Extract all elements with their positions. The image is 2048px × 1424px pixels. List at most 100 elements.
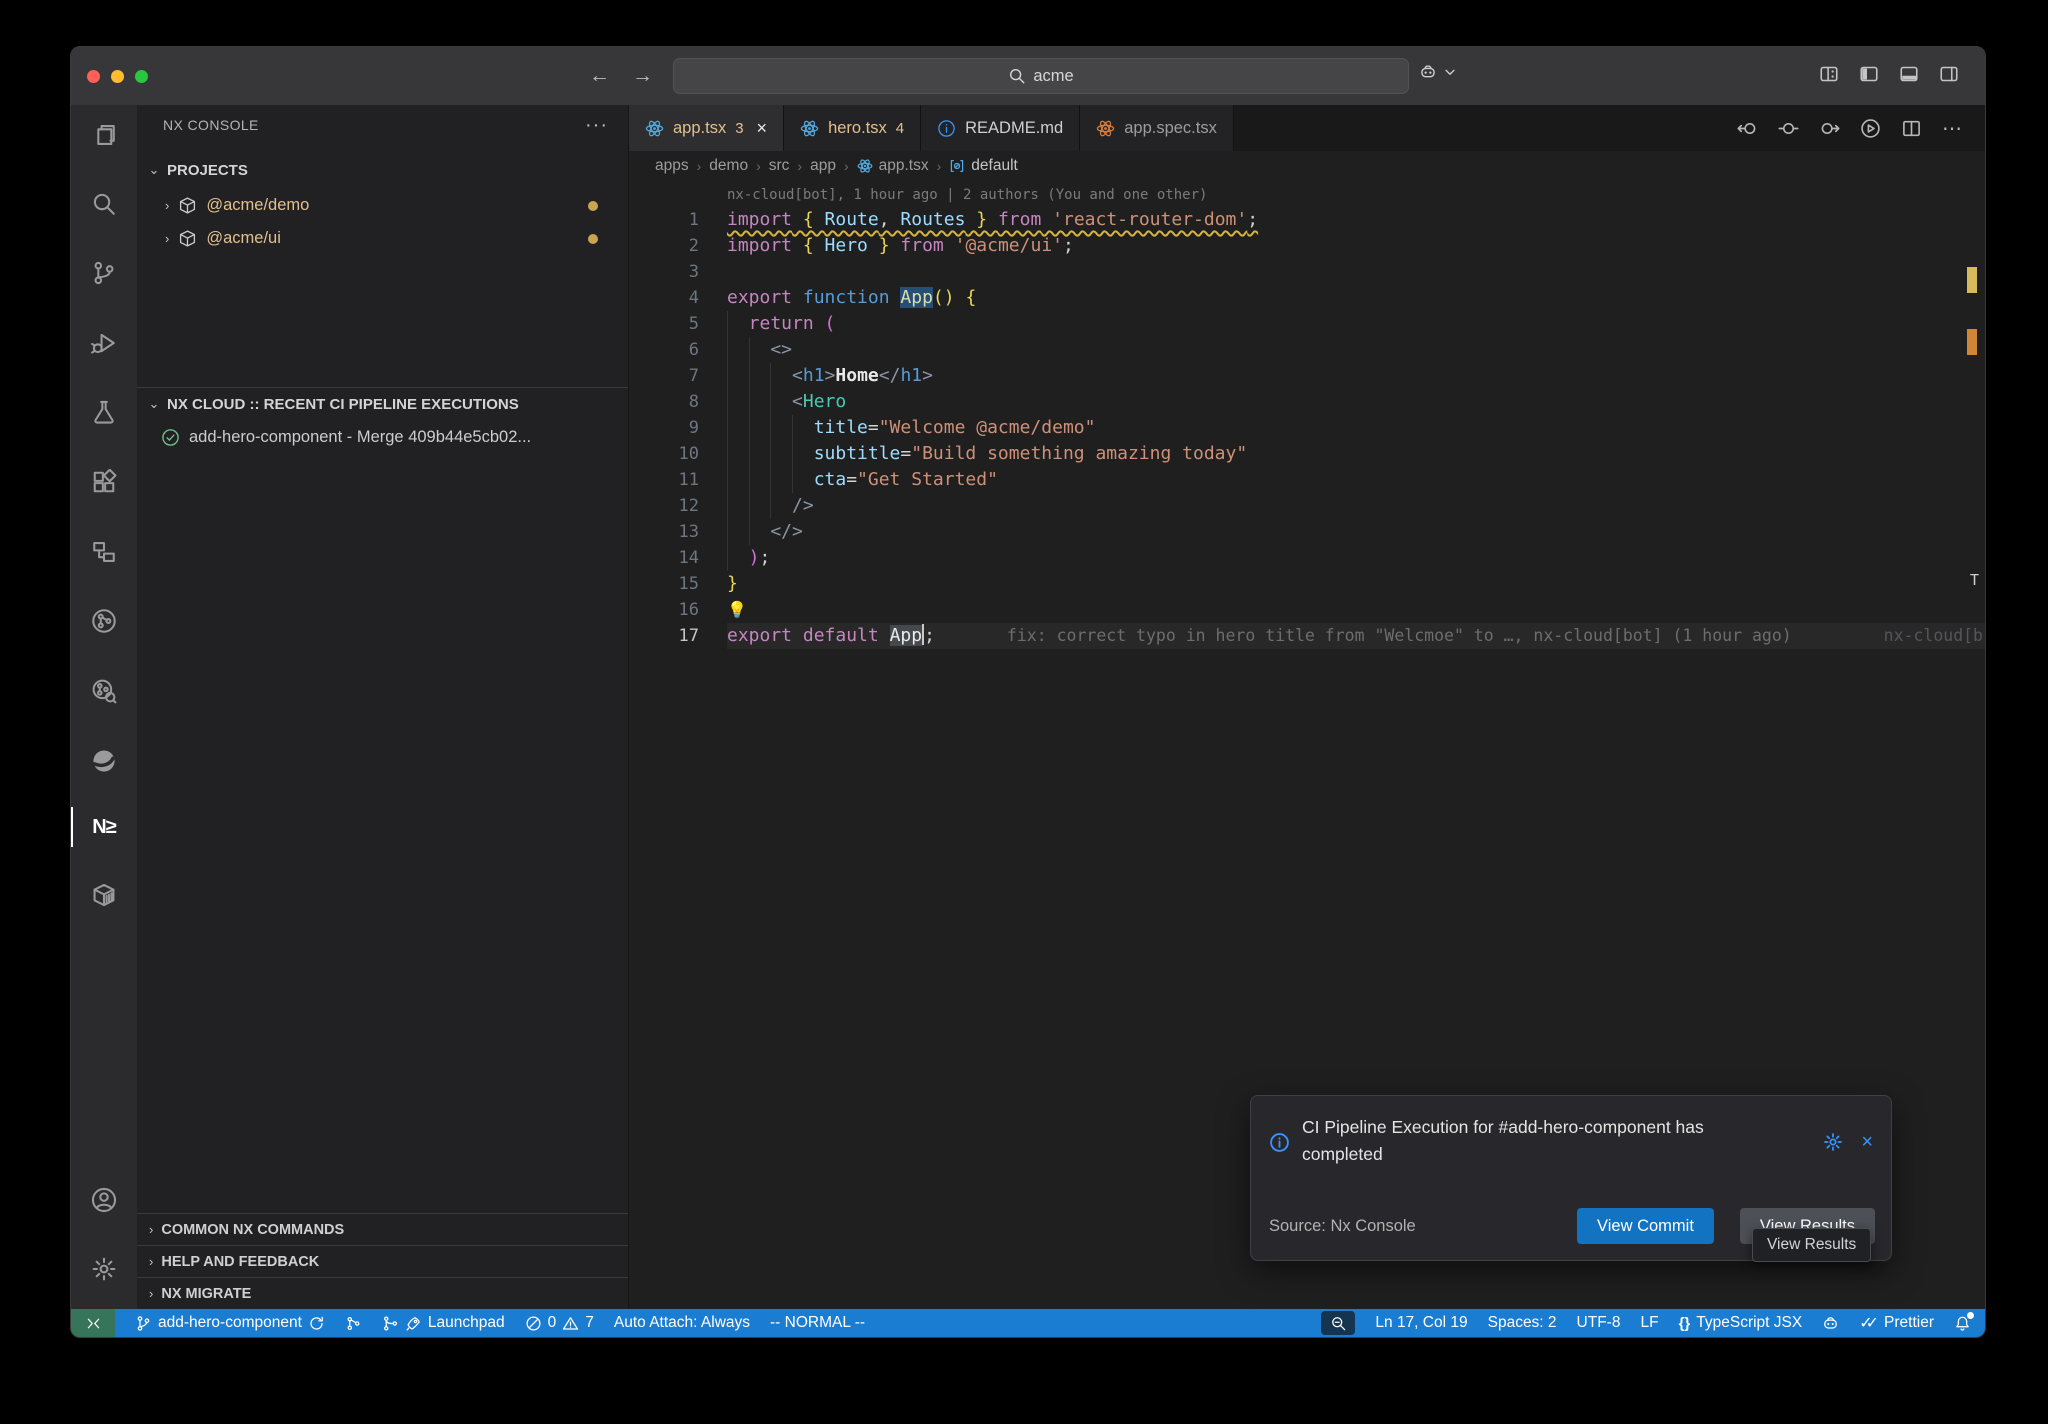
- customize-layout-icon[interactable]: [1819, 64, 1839, 84]
- status-vim-mode[interactable]: -- NORMAL --: [770, 1309, 865, 1337]
- code-line-content[interactable]: );: [727, 545, 1985, 571]
- more-actions-icon[interactable]: ···: [585, 114, 608, 137]
- status-remote-indicator[interactable]: [71, 1309, 115, 1337]
- maximize-window-button[interactable]: [135, 70, 148, 83]
- status-zoom-indicator[interactable]: [1321, 1311, 1355, 1335]
- nav-dot-icon[interactable]: [1778, 118, 1799, 139]
- status-encoding[interactable]: UTF-8: [1577, 1309, 1621, 1337]
- activity-extensions[interactable]: [71, 456, 137, 508]
- code-token: {: [792, 209, 825, 230]
- code-line-content[interactable]: <>: [727, 337, 1985, 363]
- status-commit-graph[interactable]: [345, 1309, 362, 1337]
- breadcrumb-item[interactable]: demo: [709, 157, 748, 175]
- code-line-content[interactable]: <h1>Home</h1>: [727, 363, 1985, 389]
- breadcrumb-file[interactable]: app.tsx: [857, 157, 929, 175]
- toggle-panel-icon[interactable]: [1899, 64, 1919, 84]
- status-prettier[interactable]: ✓✓Prettier: [1859, 1309, 1934, 1337]
- remote-icon: [85, 1315, 102, 1332]
- branch-icon: [135, 1315, 152, 1332]
- command-center-search[interactable]: acme: [673, 58, 1409, 94]
- status-copilot[interactable]: [1822, 1309, 1839, 1337]
- close-tab-icon[interactable]: ×: [757, 118, 768, 139]
- project-item[interactable]: ›@acme/demo: [137, 189, 628, 222]
- more-actions-icon[interactable]: ⋯: [1942, 116, 1963, 141]
- status-language-mode[interactable]: {}TypeScript JSX: [1679, 1309, 1803, 1337]
- history-back-icon[interactable]: ←: [589, 64, 610, 88]
- activity-pipeline[interactable]: [71, 595, 137, 647]
- code-line-content[interactable]: 💡: [727, 597, 1985, 623]
- status-eol[interactable]: LF: [1640, 1309, 1658, 1337]
- gear-icon[interactable]: [1823, 1116, 1843, 1168]
- code-line-content[interactable]: subtitle="Build something amazing today": [727, 441, 1985, 467]
- section-common-nx-commands[interactable]: ›COMMON NX COMMANDS: [137, 1213, 628, 1245]
- chevron-right-icon: ›: [165, 198, 169, 213]
- code-line-content[interactable]: import { Route, Routes } from 'react-rou…: [727, 207, 1985, 233]
- tab-README.md[interactable]: README.md: [921, 105, 1080, 151]
- sidebar-bottom-sections: ›COMMON NX COMMANDS›HELP AND FEEDBACK›NX…: [137, 1213, 628, 1309]
- code-line-content[interactable]: [727, 259, 1985, 285]
- tab-hero.tsx[interactable]: hero.tsx4: [784, 105, 921, 151]
- tab-app.spec.tsx[interactable]: app.spec.tsx: [1080, 105, 1234, 151]
- activity-pipeline-search[interactable]: [71, 665, 137, 717]
- breadcrumb: apps›demo›src›app›app.tsx›default: [629, 151, 1985, 181]
- activity-nx-console[interactable]: N≥: [71, 801, 137, 853]
- minimize-window-button[interactable]: [111, 70, 124, 83]
- code-token: (): [933, 287, 955, 308]
- section-nx-cloud[interactable]: ⌄ NX CLOUD :: RECENT CI PIPELINE EXECUTI…: [137, 389, 628, 419]
- close-icon[interactable]: ×: [1861, 1116, 1873, 1168]
- view-commit-button[interactable]: View Commit: [1577, 1208, 1714, 1244]
- toggle-left-sidebar-icon[interactable]: [1859, 64, 1879, 84]
- activity-settings[interactable]: [71, 1243, 137, 1295]
- breadcrumb-item[interactable]: apps: [655, 157, 689, 175]
- section-help-and-feedback[interactable]: ›HELP AND FEEDBACK: [137, 1245, 628, 1277]
- activity-run-and-debug[interactable]: [71, 317, 137, 369]
- code-line-content[interactable]: <Hero: [727, 389, 1985, 415]
- breadcrumb-symbol[interactable]: default: [949, 157, 1018, 175]
- section-nx-migrate[interactable]: ›NX MIGRATE: [137, 1277, 628, 1309]
- run-and-debug-icon: [91, 330, 117, 356]
- run-icon[interactable]: [1860, 118, 1881, 139]
- code-token: Routes: [890, 209, 966, 230]
- status-launchpad[interactable]: Launchpad: [382, 1309, 505, 1337]
- code-line-content[interactable]: }: [727, 571, 1985, 597]
- activity-search[interactable]: [71, 178, 137, 230]
- code-line-content[interactable]: export function App() {: [727, 285, 1985, 311]
- code-line-content[interactable]: />: [727, 493, 1985, 519]
- code-line-content[interactable]: cta="Get Started": [727, 467, 1985, 493]
- copilot-menu[interactable]: [1419, 63, 1459, 81]
- activity-containers[interactable]: [71, 869, 137, 921]
- history-forward-icon[interactable]: →: [632, 64, 653, 88]
- status-auto-attach[interactable]: Auto Attach: Always: [614, 1309, 750, 1337]
- breadcrumb-item[interactable]: src: [769, 157, 790, 175]
- activity-explorer[interactable]: [71, 109, 137, 161]
- chevron-right-icon: ›: [149, 1254, 153, 1269]
- close-window-button[interactable]: [87, 70, 100, 83]
- activity-edge-tools[interactable]: [71, 735, 137, 787]
- status-git-branch[interactable]: add-hero-component: [135, 1309, 325, 1337]
- activity-testing[interactable]: [71, 386, 137, 438]
- nav-back-icon[interactable]: [1737, 118, 1758, 139]
- indent-guide: [749, 519, 771, 545]
- project-item[interactable]: ›@acme/ui: [137, 222, 628, 255]
- code-line-content[interactable]: return (: [727, 311, 1985, 337]
- activity-source-control[interactable]: [71, 247, 137, 299]
- line-number: 14: [629, 545, 699, 571]
- status-indentation[interactable]: Spaces: 2: [1488, 1309, 1557, 1337]
- code-line-content[interactable]: </>: [727, 519, 1985, 545]
- code-line-content[interactable]: export default App;fix: correct typo in …: [727, 623, 1985, 649]
- split-editor-icon[interactable]: [1901, 118, 1922, 139]
- toggle-right-sidebar-icon[interactable]: [1939, 64, 1959, 84]
- status-cursor-position[interactable]: Ln 17, Col 19: [1375, 1309, 1467, 1337]
- nav-forward-icon[interactable]: [1819, 118, 1840, 139]
- pipeline-execution-item[interactable]: add-hero-component - Merge 409b44e5cb02.…: [137, 421, 628, 454]
- status-notifications-bell[interactable]: [1954, 1309, 1971, 1337]
- breadcrumb-item[interactable]: app: [810, 157, 836, 175]
- tab-app.tsx[interactable]: app.tsx3×: [629, 105, 784, 151]
- activity-related-projects[interactable]: [71, 526, 137, 578]
- activity-accounts[interactable]: [71, 1174, 137, 1226]
- code-line-content[interactable]: import { Hero } from '@acme/ui';: [727, 233, 1985, 259]
- status-problems[interactable]: 07: [525, 1309, 594, 1337]
- section-projects[interactable]: ⌄ PROJECTS: [137, 155, 628, 185]
- lightbulb-icon[interactable]: 💡: [727, 600, 747, 619]
- code-line-content[interactable]: title="Welcome @acme/demo": [727, 415, 1985, 441]
